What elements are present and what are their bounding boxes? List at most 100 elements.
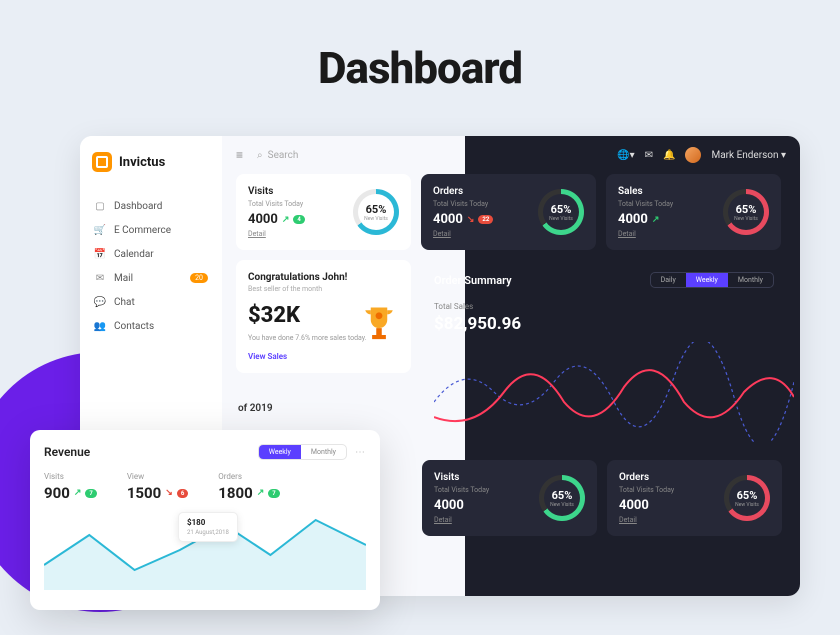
stat-value: 900↗7 (44, 484, 97, 502)
rev-visits: Visits 900↗7 (44, 472, 97, 502)
more-menu-icon[interactable]: ⋯ (355, 447, 366, 458)
nav-calendar[interactable]: 📅 Calendar (92, 242, 210, 266)
card-title: Sales (618, 186, 673, 197)
user-name[interactable]: Mark Enderson ▾ (711, 150, 786, 161)
search-icon: ⌕ (257, 150, 263, 161)
summary-title: Order Summary (434, 274, 512, 287)
card-title: Orders (619, 472, 674, 483)
summary-tabs: Daily Weekly Monthly (650, 272, 774, 288)
visits-card[interactable]: Visits Total Visits Today 4000 ↗4 Detail… (236, 174, 411, 250)
stat-cards-row: Visits Total Visits Today 4000 ↗ 4 Detail… (222, 174, 800, 250)
card-subtitle: Total Visits Today (618, 200, 673, 208)
stat-label: Visits (44, 472, 97, 481)
card-title: Visits (434, 472, 489, 483)
tab-daily[interactable]: Daily (651, 273, 686, 287)
detail-link[interactable]: Detail (433, 230, 493, 238)
progress-ring: 65%New Visits (724, 475, 770, 521)
card-subtitle: Total Visits Today (248, 200, 305, 208)
tooltip-value: $180 (187, 518, 229, 527)
hero-title: Dashboard (0, 42, 840, 94)
trend-up-icon: ↗ (257, 488, 265, 498)
summary-subtitle: Total Sales (434, 302, 774, 311)
card-subtitle: Total Visits Today (433, 200, 493, 208)
year-fragment-text: of 2019 (238, 403, 273, 414)
detail-link[interactable]: Detail (434, 516, 489, 524)
nav-ecommerce[interactable]: 🛒 E Commerce (92, 218, 210, 242)
topbar-right: 🌐▾ ✉ 🔔 Mark Enderson ▾ (617, 147, 786, 163)
progress-ring: 65%New Visits (353, 189, 399, 235)
trend-badge: 7 (85, 489, 96, 498)
congrats-card: Congratulations John! Best seller of the… (236, 260, 411, 373)
card-value: 4000 (434, 498, 489, 513)
nav-label: E Commerce (114, 225, 171, 236)
topbar: ≡ ⌕ Search 🌐▾ ✉ 🔔 Mark Enderson ▾ (222, 136, 800, 174)
card-value: 4000 (619, 498, 674, 513)
sales-card[interactable]: Sales Total Visits Today 4000 ↗ Detail 6… (606, 174, 781, 250)
nav-contacts[interactable]: 👥 Contacts (92, 314, 210, 338)
globe-icon[interactable]: 🌐▾ (617, 150, 634, 161)
view-sales-link[interactable]: View Sales (248, 352, 399, 361)
rev-views: View 1500↘6 (127, 472, 188, 502)
trophy-icon (357, 302, 401, 346)
congrats-subtitle: Best seller of the month (248, 285, 399, 293)
tab-weekly[interactable]: Weekly (259, 445, 301, 459)
tab-monthly[interactable]: Monthly (301, 445, 346, 459)
chat-icon: 💬 (94, 296, 106, 308)
congrats-title: Congratulations John! (248, 272, 399, 283)
search-input[interactable]: ⌕ Search (257, 150, 298, 161)
tab-weekly[interactable]: Weekly (686, 273, 728, 287)
detail-link[interactable]: Detail (619, 516, 674, 524)
avatar[interactable] (685, 147, 701, 163)
nav-label: Contacts (114, 321, 154, 332)
nav-label: Calendar (114, 249, 154, 260)
cart-icon: 🛒 (94, 224, 106, 236)
visits-card-2[interactable]: Visits Total Visits Today 4000 Detail 65… (422, 460, 597, 536)
revenue-tabs: Weekly Monthly (258, 444, 347, 460)
logo-text: Invictus (119, 155, 165, 170)
tooltip-date: 21 August,2018 (187, 529, 229, 536)
chart-tooltip: $180 21 August,2018 (178, 512, 238, 542)
mail-badge: 20 (190, 273, 208, 283)
summary-value: $82,950.96 (434, 314, 774, 334)
progress-ring: 65%New Visits (539, 475, 585, 521)
rev-orders: Orders 1800↗7 (218, 472, 279, 502)
trend-badge: 4 (293, 215, 304, 224)
orders-card[interactable]: Orders Total Visits Today 4000 ↘22 Detai… (421, 174, 596, 250)
stat-label: Orders (218, 472, 279, 481)
stat-label: View (127, 472, 188, 481)
trend-badge: 6 (177, 489, 188, 498)
menu-toggle-icon[interactable]: ≡ (236, 148, 243, 162)
users-icon: 👥 (94, 320, 106, 332)
stat-value: 1800↗7 (218, 484, 279, 502)
stat-value: 1500↘6 (127, 484, 188, 502)
inbox-icon[interactable]: ✉ (645, 150, 653, 161)
orders-card-2[interactable]: Orders Total Visits Today 4000 Detail 65… (607, 460, 782, 536)
order-summary-card: Order Summary Daily Weekly Monthly Total… (422, 260, 786, 450)
progress-ring: 65%New Visits (538, 189, 584, 235)
bell-icon[interactable]: 🔔 (663, 150, 675, 161)
card-title: Visits (248, 186, 305, 197)
revenue-stats: Visits 900↗7 View 1500↘6 Orders 1800↗7 (44, 472, 366, 502)
card-value: 4000 ↗ (618, 212, 673, 227)
trend-up-icon: ↗ (282, 215, 290, 225)
card-title: Orders (433, 186, 493, 197)
nav-chat[interactable]: 💬Chat (92, 290, 210, 314)
progress-ring: 65%New Visits (723, 189, 769, 235)
nav-label: Mail (114, 273, 133, 284)
mail-icon: ✉ (94, 272, 106, 284)
nav-label: Dashboard (114, 201, 162, 212)
trend-down-icon: ↘ (165, 488, 173, 498)
calendar-icon: 📅 (94, 248, 106, 260)
trend-up-icon: ↗ (652, 215, 660, 225)
nav-mail[interactable]: ✉ Mail 20 (92, 266, 210, 290)
tab-monthly[interactable]: Monthly (728, 273, 773, 287)
summary-chart (434, 342, 794, 442)
nav-dashboard[interactable]: ▢ Dashboard (92, 194, 210, 218)
detail-link[interactable]: Detail (618, 230, 673, 238)
card-value: 4000 ↘22 (433, 212, 493, 227)
card-subtitle: Total Visits Today (619, 486, 674, 494)
logo[interactable]: Invictus (92, 152, 210, 172)
revenue-title: Revenue (44, 445, 90, 459)
detail-link[interactable]: Detail (248, 230, 305, 238)
monitor-icon: ▢ (94, 200, 106, 212)
